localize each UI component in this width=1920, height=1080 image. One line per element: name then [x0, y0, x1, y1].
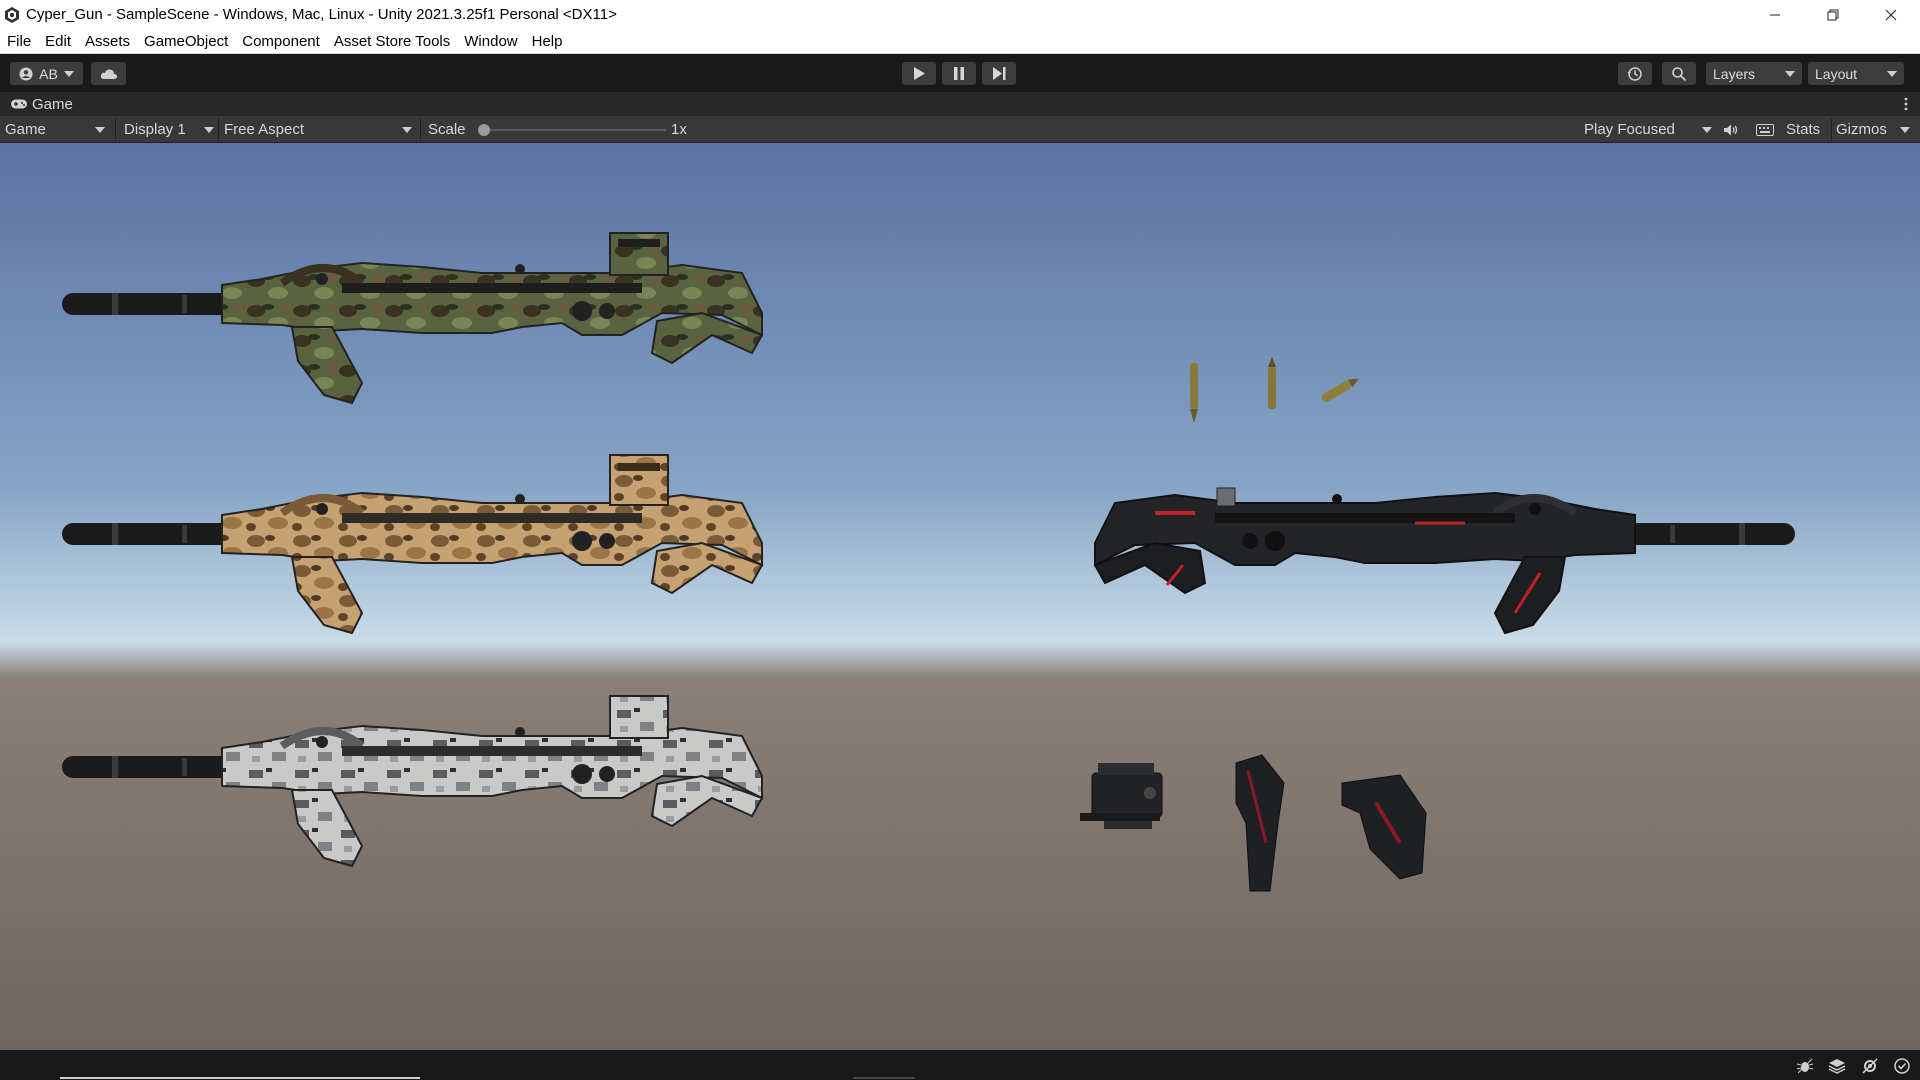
tab-options-button[interactable] — [1904, 96, 1908, 116]
play-icon — [914, 67, 925, 80]
scale-slider-thumb[interactable] — [478, 123, 490, 136]
menu-edit[interactable]: Edit — [38, 33, 78, 50]
gizmos-label: Gizmos — [1836, 121, 1887, 138]
account-icon — [19, 67, 33, 80]
undo-history-button[interactable] — [1618, 62, 1652, 85]
window-title: Cyper_Gun - SampleScene - Windows, Mac, … — [26, 6, 617, 23]
minimize-button[interactable] — [1746, 0, 1804, 29]
step-button[interactable] — [982, 62, 1016, 85]
bullet[interactable] — [1268, 357, 1276, 409]
gizmos-dropdown[interactable] — [1900, 116, 1910, 143]
speaker-icon — [1724, 124, 1738, 135]
close-icon — [1885, 9, 1897, 20]
history-icon — [1627, 66, 1642, 81]
view-mode-label: Game — [5, 121, 46, 138]
restore-icon — [1827, 9, 1839, 20]
view-mode-select[interactable]: Game — [5, 116, 109, 143]
scene-render — [0, 143, 1920, 1050]
cloud-icon — [100, 68, 117, 79]
display-label: Display 1 — [124, 121, 186, 138]
layers-stack-icon[interactable] — [1828, 1058, 1846, 1074]
main-toolbar: AB Layers Layout — [0, 55, 1920, 92]
settings-off-icon[interactable] — [1861, 1058, 1879, 1074]
window-title-bar: Cyper_Gun - SampleScene - Windows, Mac, … — [0, 0, 1920, 29]
chevron-down-icon — [1887, 70, 1897, 77]
aspect-select[interactable]: Free Aspect — [224, 116, 414, 143]
status-bar — [0, 1050, 1920, 1080]
menu-gameobject[interactable]: GameObject — [137, 33, 235, 50]
chevron-down-icon — [1702, 126, 1712, 133]
unity-logo-icon — [5, 6, 19, 23]
tab-game-label: Game — [32, 95, 73, 113]
divider — [115, 118, 116, 141]
game-viewport[interactable] — [0, 143, 1920, 1050]
gamepad-icon — [11, 99, 27, 109]
chevron-down-icon — [204, 126, 214, 133]
play-button[interactable] — [902, 62, 936, 85]
mute-audio-button[interactable] — [1723, 116, 1739, 143]
search-button[interactable] — [1662, 62, 1696, 85]
stats-label: Stats — [1786, 121, 1821, 138]
menu-asset-store-tools[interactable]: Asset Store Tools — [327, 33, 457, 50]
scale-slider[interactable] — [478, 116, 666, 143]
tab-bar: Game — [0, 92, 1920, 116]
progress-indicator — [60, 1077, 420, 1079]
shortcuts-button[interactable] — [1756, 116, 1774, 143]
keyboard-icon — [1756, 123, 1774, 136]
gizmos-button[interactable]: Gizmos — [1836, 116, 1887, 143]
layout-label: Layout — [1815, 65, 1858, 82]
pause-icon — [954, 67, 964, 80]
chevron-down-icon — [402, 126, 412, 133]
chevron-down-icon — [1900, 126, 1910, 133]
menu-file[interactable]: File — [0, 33, 38, 50]
scale-slider-track — [478, 123, 666, 136]
menu-help[interactable]: Help — [525, 33, 570, 50]
restore-button[interactable] — [1804, 0, 1862, 29]
debug-icon[interactable] — [1796, 1058, 1814, 1074]
scale-value-text: 1x — [671, 121, 687, 138]
account-label: AB — [39, 65, 58, 82]
divider — [1831, 118, 1832, 141]
aspect-label: Free Aspect — [224, 121, 305, 138]
scale-label: Scale — [428, 116, 466, 143]
scale-value: 1x — [671, 116, 687, 143]
menu-assets[interactable]: Assets — [78, 33, 137, 50]
divider — [218, 118, 219, 141]
stats-button[interactable]: Stats — [1786, 116, 1820, 143]
minimize-icon — [1770, 14, 1780, 15]
pause-button[interactable] — [942, 62, 976, 85]
play-mode-select[interactable]: Play Focused — [1584, 116, 1714, 143]
cloud-button[interactable] — [91, 62, 126, 85]
divider — [420, 118, 421, 141]
menu-window[interactable]: Window — [457, 33, 524, 50]
chevron-down-icon — [63, 70, 74, 77]
tab-game[interactable]: Game — [0, 92, 83, 116]
checkmark-icon[interactable] — [1894, 1058, 1910, 1074]
more-vertical-icon — [1904, 97, 1908, 111]
layers-label: Layers — [1713, 65, 1756, 82]
scroll-indicator — [853, 1077, 915, 1079]
display-select[interactable]: Display 1 — [124, 116, 216, 143]
chevron-down-icon — [1785, 70, 1795, 77]
game-view-toolbar: Game Display 1 Free Aspect Scale 1x Play… — [0, 116, 1920, 143]
menu-component[interactable]: Component — [235, 33, 327, 50]
play-mode-label: Play Focused — [1584, 121, 1675, 138]
layers-dropdown[interactable]: Layers — [1706, 62, 1802, 85]
account-dropdown[interactable]: AB — [10, 62, 83, 85]
chevron-down-icon — [95, 126, 105, 133]
scale-label-text: Scale — [428, 121, 466, 138]
layout-dropdown[interactable]: Layout — [1808, 62, 1904, 85]
menu-bar: File Edit Assets GameObject Component As… — [0, 29, 1920, 54]
close-button[interactable] — [1862, 0, 1920, 29]
step-icon — [992, 67, 1005, 80]
search-icon — [1672, 66, 1687, 81]
